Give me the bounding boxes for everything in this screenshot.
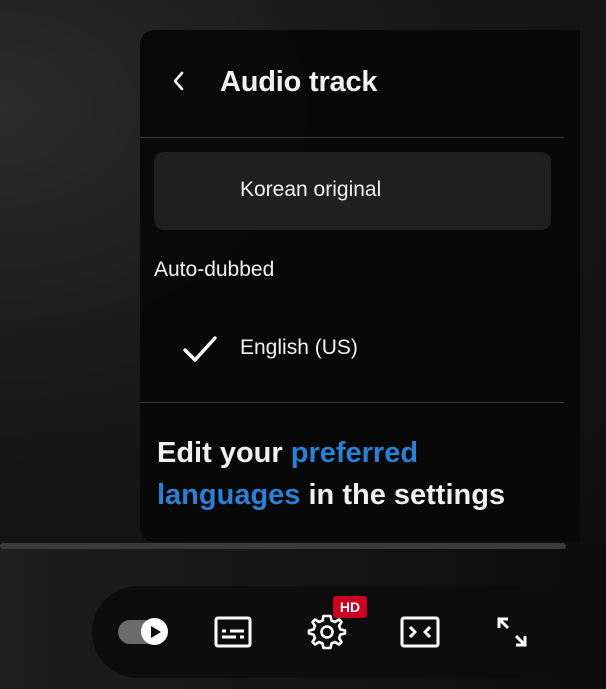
option-label: English (US): [240, 336, 358, 359]
link-text-2: languages: [157, 479, 301, 511]
progress-bar[interactable]: [0, 543, 566, 549]
hd-badge: HD: [333, 596, 367, 618]
audio-option-english-us[interactable]: English (US): [154, 310, 551, 388]
link-text-1: preferred: [290, 437, 419, 469]
chevron-left-icon: [173, 71, 184, 91]
gear-icon: [307, 614, 347, 650]
menu-header: Audio track: [140, 30, 564, 138]
settings-note-prefix: Edit your: [157, 437, 291, 469]
autoplay-toggle[interactable]: [118, 617, 168, 647]
section-label-auto-dubbed: Auto-dubbed: [154, 258, 275, 281]
checkmark-icon: [183, 336, 217, 362]
option-label: Korean original: [240, 178, 382, 201]
back-button[interactable]: [162, 64, 196, 98]
fullscreen-button[interactable]: [484, 604, 540, 660]
audio-track-menu: Audio track Korean original Auto-dubbed …: [140, 30, 580, 542]
subtitles-icon: [214, 616, 252, 648]
audio-option-korean-original[interactable]: Korean original: [154, 152, 551, 230]
menu-title: Audio track: [220, 66, 378, 98]
menu-divider: [140, 402, 564, 403]
settings-note-suffix: in the settings: [300, 479, 506, 511]
settings-note: Edit your preferred languages in the sett…: [157, 432, 557, 516]
theater-mode-button[interactable]: [392, 604, 448, 660]
fullscreen-icon: [497, 617, 527, 647]
autoplay-toggle-icon: [141, 618, 168, 645]
play-icon: [150, 625, 161, 638]
theater-mode-icon: [400, 616, 440, 648]
subtitles-button[interactable]: [205, 604, 261, 660]
